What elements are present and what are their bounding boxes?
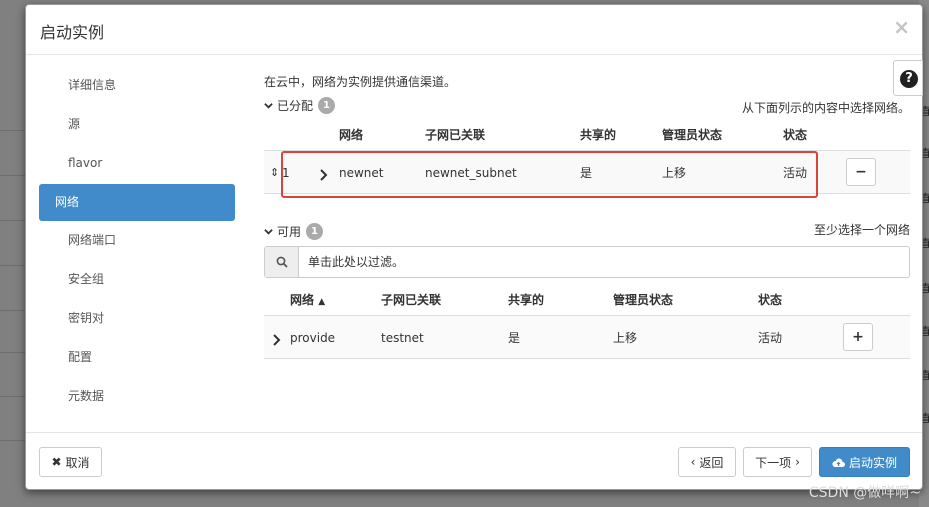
- allocated-note: 从下面列示的内容中选择网络。: [741, 101, 910, 115]
- launch-label: 启动实例: [848, 455, 897, 470]
- sidebar-item-source[interactable]: 源: [39, 105, 235, 144]
- deallocate-button[interactable]: −: [846, 158, 876, 186]
- col-subnet: 子网已关联: [425, 128, 486, 142]
- col-network-label: 网络: [290, 293, 315, 307]
- allocate-button[interactable]: +: [843, 323, 873, 351]
- next-button[interactable]: 下一项 ›: [743, 447, 812, 477]
- col-shared: 共享的: [508, 293, 545, 307]
- filter-input[interactable]: [300, 247, 908, 277]
- next-label: 下一项: [755, 455, 792, 470]
- backdrop-divider: [0, 396, 26, 397]
- allocated-label: 已分配: [277, 99, 314, 113]
- backdrop-divider: [0, 310, 26, 311]
- backdrop-divider: [0, 220, 26, 221]
- sidebar-item-details[interactable]: 详细信息: [39, 66, 235, 105]
- panel-description: 在云中，网络为实例提供通信渠道。: [264, 75, 457, 89]
- annotation-highlight-box: [281, 151, 818, 198]
- wizard-sidebar: 详细信息 源 flavor 网络 网络端口 安全组 密钥对 配置 元数据: [26, 66, 244, 416]
- backdrop-divider: [0, 352, 26, 353]
- sidebar-item-metadata[interactable]: 元数据: [39, 377, 235, 416]
- search-addon: [265, 247, 299, 277]
- backdrop-divider: [0, 175, 26, 176]
- table-row: provide testnet 是 上移 活动 +: [264, 315, 910, 359]
- col-admin-state: 管理员状态: [613, 293, 674, 307]
- col-shared: 共享的: [580, 128, 617, 142]
- available-note: 至少选择一个网络: [813, 223, 910, 237]
- col-network-sortable[interactable]: 网络 ▲: [290, 291, 325, 308]
- launch-instance-button[interactable]: 启动实例: [819, 447, 910, 477]
- allocated-header[interactable]: 已分配 1: [264, 97, 336, 114]
- back-label: 返回: [699, 455, 724, 470]
- modal-header: 启动实例 ×: [26, 5, 922, 55]
- search-icon: [276, 256, 288, 268]
- chevron-left-icon: ‹: [690, 455, 696, 469]
- row-subnet: testnet: [381, 331, 424, 345]
- help-button[interactable]: ?: [893, 60, 923, 96]
- backdrop-divider: [0, 265, 26, 266]
- modal-footer: ✖ 取消 ‹ 返回 下一项 › 启动实例: [26, 432, 922, 490]
- allocated-count-badge: 1: [318, 97, 336, 114]
- backdrop-divider: [0, 440, 26, 441]
- chevron-down-icon: [264, 103, 273, 109]
- col-status: 状态: [783, 128, 808, 142]
- row-shared: 是: [508, 331, 521, 345]
- times-icon: ✖: [51, 455, 62, 469]
- col-status: 状态: [758, 293, 783, 307]
- cancel-label: 取消: [65, 455, 90, 470]
- row-status: 活动: [758, 331, 783, 345]
- sidebar-item-configuration[interactable]: 配置: [39, 338, 235, 377]
- back-button[interactable]: ‹ 返回: [678, 447, 736, 477]
- backdrop-divider: [0, 130, 26, 131]
- col-admin-state: 管理员状态: [662, 128, 723, 142]
- available-label: 可用: [277, 225, 302, 239]
- sidebar-item-flavor[interactable]: flavor: [39, 144, 235, 183]
- filter-group: [264, 246, 910, 278]
- col-network: 网络: [339, 128, 364, 142]
- chevron-down-icon: [264, 229, 273, 235]
- sidebar-item-key-pair[interactable]: 密钥对: [39, 299, 235, 338]
- modal-title: 启动实例: [40, 23, 105, 42]
- available-header[interactable]: 可用 1: [264, 223, 324, 240]
- available-count-badge: 1: [306, 223, 324, 240]
- col-subnet: 子网已关联: [381, 293, 442, 307]
- help-icon: ?: [900, 70, 918, 88]
- cancel-button[interactable]: ✖ 取消: [39, 447, 102, 477]
- sidebar-item-security-groups[interactable]: 安全组: [39, 260, 235, 299]
- close-icon[interactable]: ×: [893, 15, 910, 39]
- sidebar-item-networks[interactable]: 网络: [39, 184, 235, 221]
- chevron-right-icon: ›: [795, 455, 800, 469]
- sidebar-item-network-ports[interactable]: 网络端口: [39, 221, 235, 260]
- row-network: provide: [290, 331, 336, 345]
- watermark: CSDN @做咩啊~: [808, 485, 921, 501]
- launch-instance-modal: 启动实例 × 详细信息 源 flavor 网络 网络端口 安全组 密钥对 配置 …: [25, 4, 923, 490]
- drag-handle-icon[interactable]: ⇕: [270, 151, 279, 195]
- chevron-right-icon[interactable]: [272, 317, 281, 361]
- sort-icon: ▲: [318, 297, 326, 307]
- cloud-upload-icon: [832, 458, 845, 467]
- row-admin-state: 上移: [613, 331, 638, 345]
